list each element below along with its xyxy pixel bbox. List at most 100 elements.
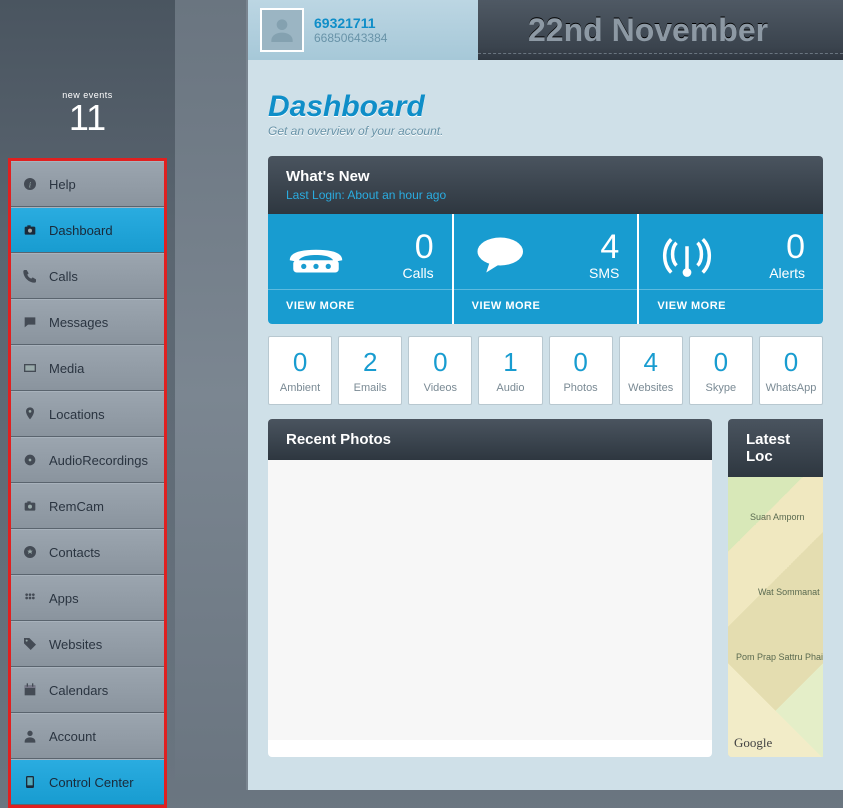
map-body[interactable]: Suan Amporn Wat Sommanat Pom Prap Sattru… (728, 477, 823, 757)
small-tile-number: 0 (692, 347, 750, 378)
main-area: 69321711 66850643384 22nd November Dashb… (246, 0, 843, 790)
small-tile-label: WhatsApp (762, 382, 820, 394)
small-tile-label: Photos (552, 382, 610, 394)
small-tile-label: Emails (341, 382, 399, 394)
view-more-link[interactable]: VIEW MORE (454, 289, 638, 322)
apps-icon (21, 589, 39, 607)
small-tile-audio[interactable]: 1 Audio (478, 336, 542, 405)
calendar-icon (21, 681, 39, 699)
big-tile-label: Alerts (769, 265, 805, 281)
small-tile-photos[interactable]: 0 Photos (549, 336, 613, 405)
small-tile-websites[interactable]: 4 Websites (619, 336, 683, 405)
small-tile-videos[interactable]: 0 Videos (408, 336, 472, 405)
small-tiles-row: 0Ambient2Emails0Videos1Audio0Photos4Webs… (268, 336, 823, 405)
latest-location-panel: Latest Loc Suan Amporn Wat Sommanat Pom … (728, 419, 823, 757)
small-tile-number: 2 (341, 347, 399, 378)
events-count: 11 (0, 100, 175, 136)
big-tile-sms[interactable]: 4SMS VIEW MORE (454, 214, 638, 324)
small-tile-label: Videos (411, 382, 469, 394)
phone-icon (21, 267, 39, 285)
view-more-link[interactable]: VIEW MORE (639, 289, 823, 322)
sidebar-item-label: Contacts (49, 545, 100, 560)
sidebar-item-label: Control Center (49, 775, 134, 790)
sidebar-item-dashboard[interactable]: Dashboard (11, 207, 164, 253)
small-tile-label: Ambient (271, 382, 329, 394)
disc-icon (21, 451, 39, 469)
big-tile-alerts[interactable]: 0Alerts VIEW MORE (639, 214, 823, 324)
small-tile-whatsapp[interactable]: 0WhatsApp (759, 336, 823, 405)
sidebar-item-remcam[interactable]: RemCam (11, 483, 164, 529)
sidebar-item-calls[interactable]: Calls (11, 253, 164, 299)
big-tile-label: SMS (589, 265, 619, 281)
small-tile-number: 0 (411, 347, 469, 378)
big-tile-calls[interactable]: 0CallsVIEW MORE (268, 214, 452, 324)
user-info: 69321711 66850643384 (314, 15, 387, 45)
person-icon (266, 14, 298, 46)
small-tile-emails[interactable]: 2 Emails (338, 336, 402, 405)
message-icon (21, 313, 39, 331)
sidebar-item-control-center[interactable]: Control Center (11, 759, 164, 805)
view-more-link[interactable]: VIEW MORE (268, 289, 452, 322)
topbar: 69321711 66850643384 22nd November (248, 0, 843, 60)
info-icon: i (21, 175, 39, 193)
big-tile-number: 4 (589, 228, 619, 267)
person-icon (21, 727, 39, 745)
sidebar-item-help[interactable]: i Help (11, 161, 164, 207)
big-tile-number: 0 (769, 228, 805, 267)
sidebar-item-apps[interactable]: Apps (11, 575, 164, 621)
map-place: Suan Amporn (750, 512, 805, 522)
small-tile-skype[interactable]: 0Skype (689, 336, 753, 405)
sidebar-item-label: Locations (49, 407, 105, 422)
nav-highlight-box: i Help DashboardCalls Messages Media Location… (8, 158, 167, 808)
map-attribution: Google (734, 735, 772, 751)
page-tagline: Get an overview of your account. (268, 124, 823, 138)
sidebar-item-label: Media (49, 361, 84, 376)
sidebar-item-label: Websites (49, 637, 102, 652)
sidebar-item-calendars[interactable]: Calendars (11, 667, 164, 713)
stitch-line (478, 53, 843, 54)
recent-photos-body (268, 460, 712, 740)
latest-location-header: Latest Loc (728, 419, 823, 477)
whats-new-title: What's New (286, 168, 370, 185)
whats-new-header: What's New Last Login: About an hour ago (268, 156, 823, 214)
sidebar: new events 11 i Help DashboardCalls Message… (0, 0, 175, 790)
sidebar-item-contacts[interactable]: Contacts (11, 529, 164, 575)
avatar (260, 8, 304, 52)
two-column-row: Recent Photos Latest Loc Suan Amporn Wat… (268, 419, 823, 757)
date-display: 22nd November (478, 12, 843, 49)
user-id: 69321711 (314, 15, 387, 31)
sidebar-item-label: Messages (49, 315, 108, 330)
sidebar-item-websites[interactable]: Websites (11, 621, 164, 667)
sidebar-item-label: Account (49, 729, 96, 744)
page-title: Dashboard (268, 90, 823, 124)
pin-icon (21, 405, 39, 423)
small-tile-label: Websites (622, 382, 680, 394)
recent-photos-panel: Recent Photos (268, 419, 712, 757)
sidebar-item-label: Calendars (49, 683, 108, 698)
camera-icon (21, 497, 39, 515)
sidebar-item-label: AudioRecordings (49, 453, 148, 468)
small-tile-number: 1 (481, 347, 539, 378)
sidebar-item-label: Apps (49, 591, 79, 606)
hero: Dashboard Get an overview of your accoun… (248, 60, 843, 156)
sidebar-item-account[interactable]: Account (11, 713, 164, 759)
sidebar-item-locations[interactable]: Locations (11, 391, 164, 437)
sidebar-item-audiorecordings[interactable]: AudioRecordings (11, 437, 164, 483)
camera-icon (21, 221, 39, 239)
phone-big-icon (286, 230, 346, 280)
recent-photos-header: Recent Photos (268, 419, 712, 460)
antenna-icon (657, 230, 717, 280)
small-tile-ambient[interactable]: 0Ambient (268, 336, 332, 405)
events-badge: new events 11 (0, 0, 175, 156)
small-tile-number: 0 (552, 347, 610, 378)
sidebar-item-media[interactable]: Media (11, 345, 164, 391)
sidebar-item-messages[interactable]: Messages (11, 299, 164, 345)
contacts-icon (21, 543, 39, 561)
small-tile-label: Audio (481, 382, 539, 394)
sidebar-item-label: Help (49, 177, 76, 192)
map-place: Pom Prap Sattru Phai (736, 652, 823, 662)
user-block[interactable]: 69321711 66850643384 (248, 0, 478, 60)
user-sub: 66850643384 (314, 31, 387, 45)
last-login: Last Login: About an hour ago (286, 188, 805, 202)
small-tile-number: 4 (622, 347, 680, 378)
